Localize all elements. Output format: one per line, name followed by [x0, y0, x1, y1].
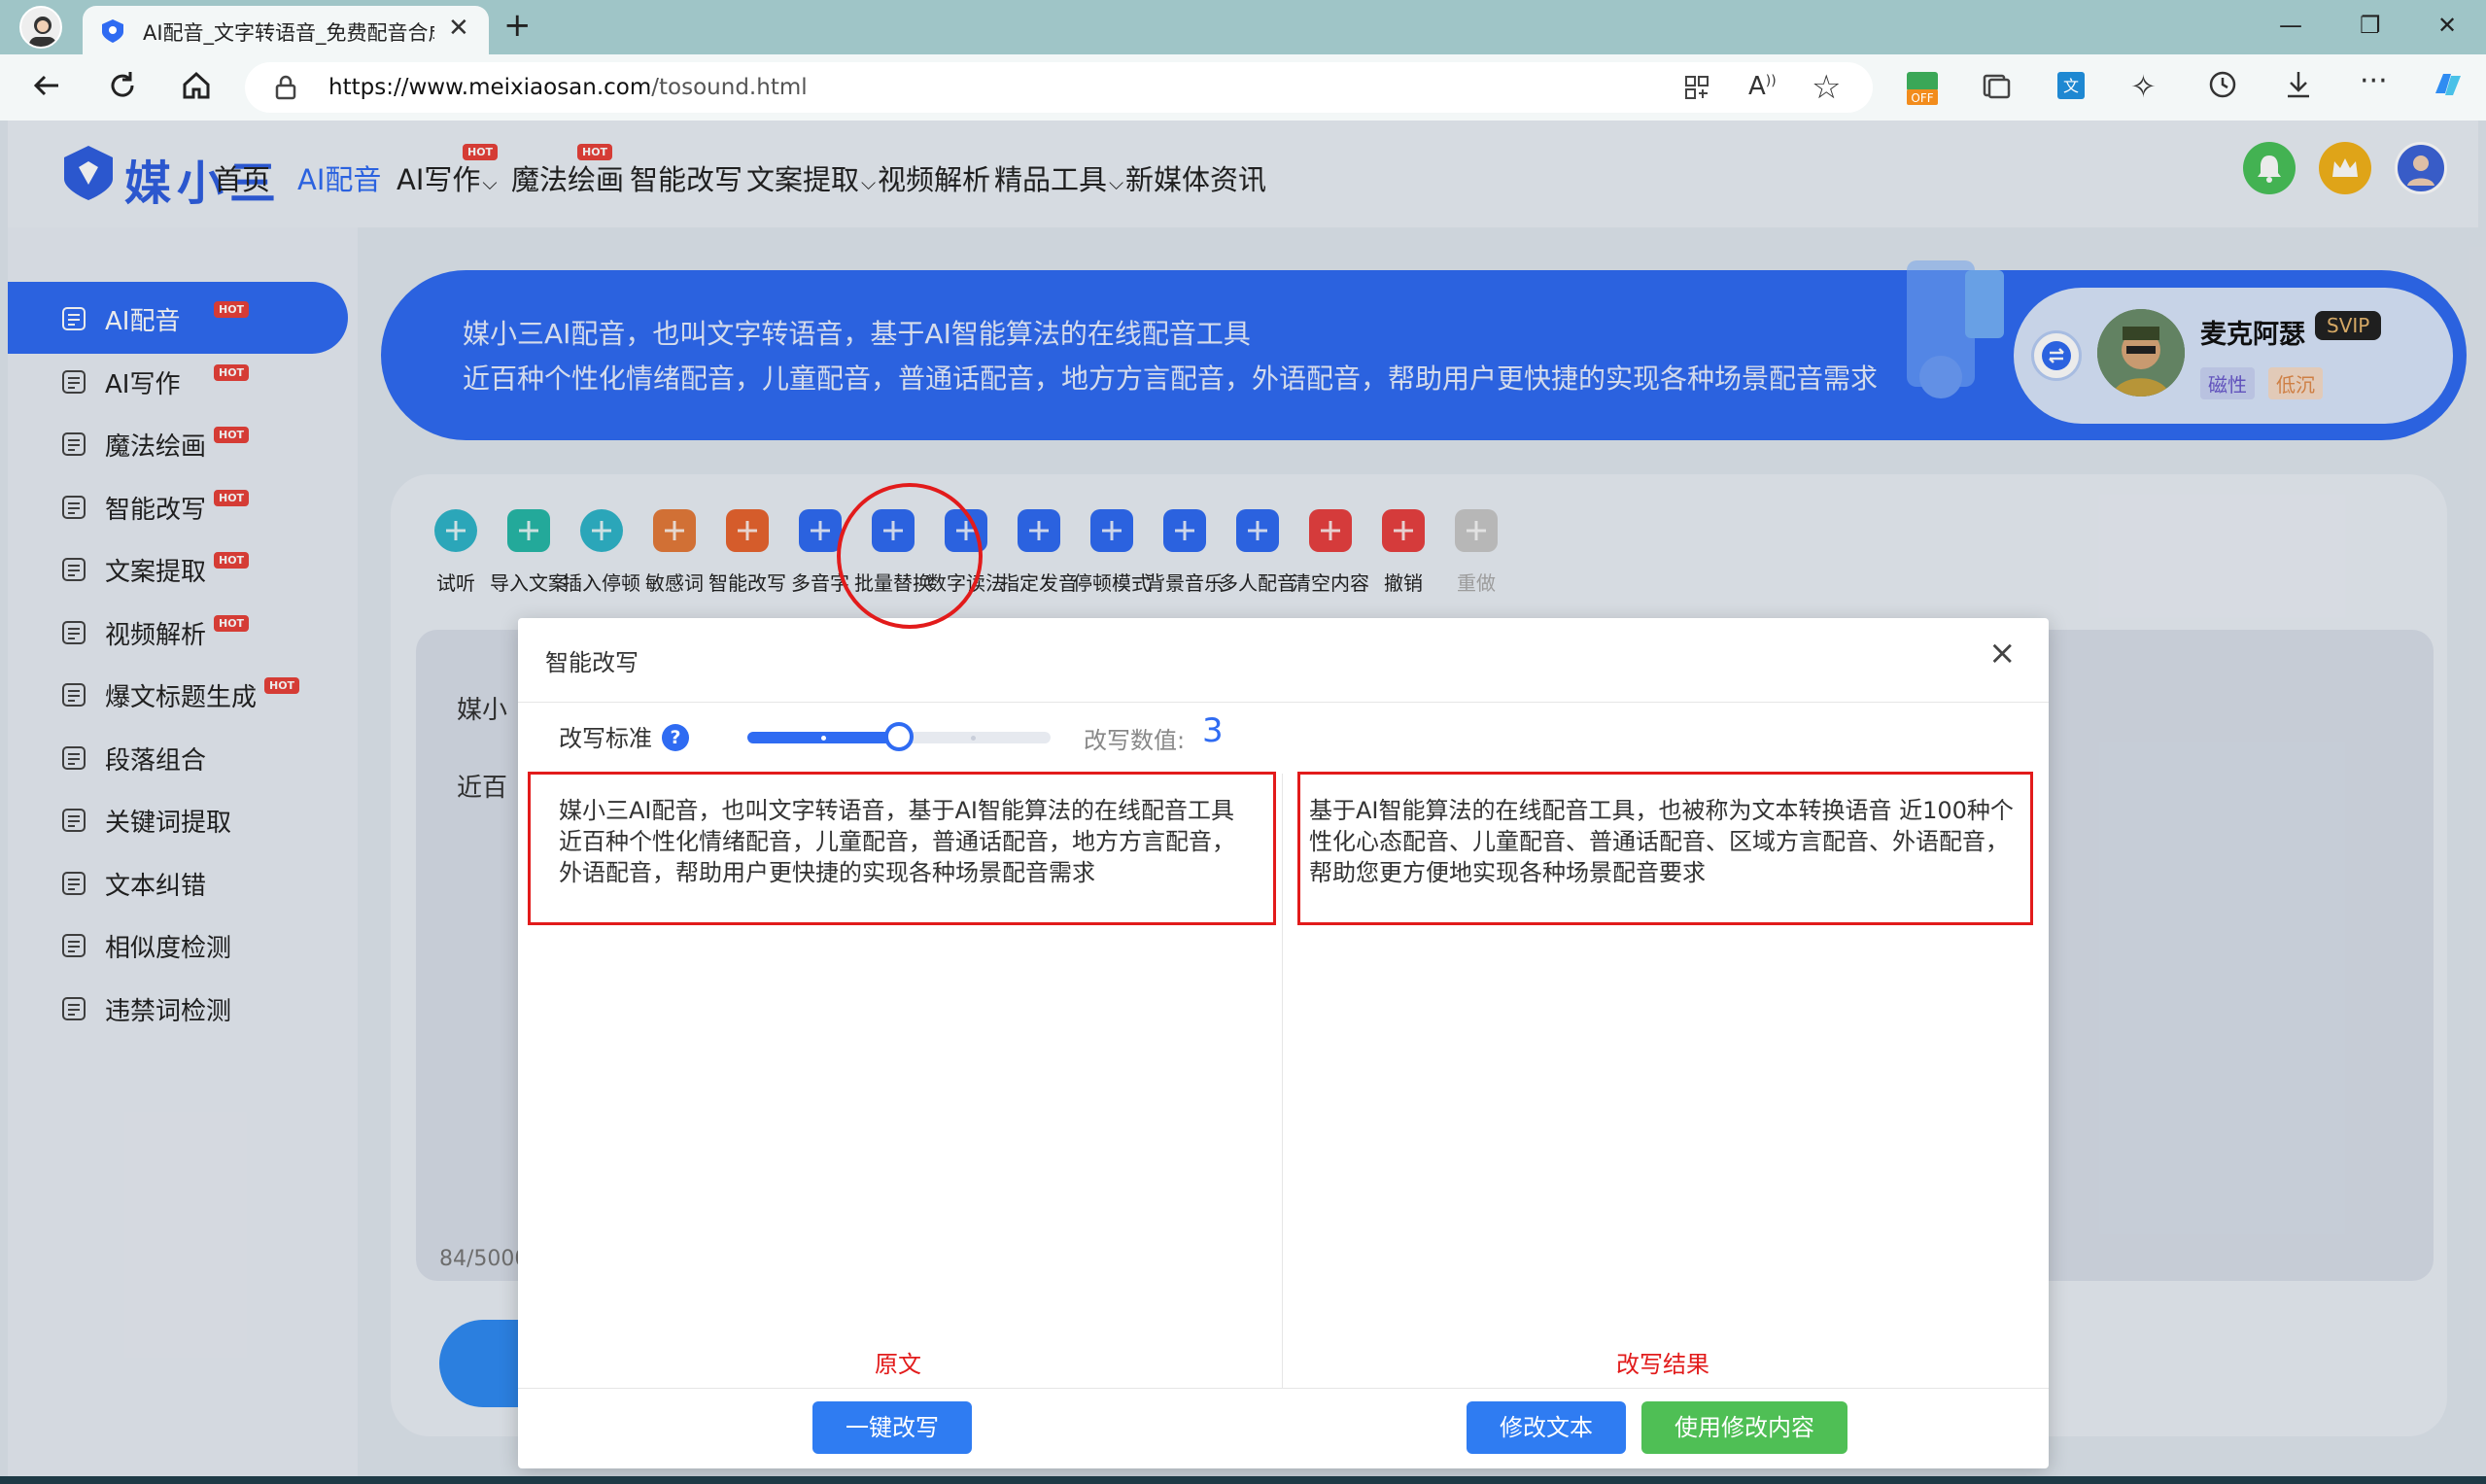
app-view-icon[interactable]	[1683, 74, 1710, 101]
copilot-icon[interactable]	[2430, 66, 2467, 103]
browser-tab-bar: AI配音_文字转语音_免费配音合成 ✕ + — ❐ ✕	[0, 0, 2486, 54]
slider-stop	[821, 736, 826, 741]
rewrite-slider-handle[interactable]	[884, 722, 914, 751]
home-icon[interactable]	[179, 68, 214, 103]
restore-icon[interactable]: ❐	[2360, 12, 2381, 39]
url-text: https://www.meixiaosan.com/tosound.html	[328, 75, 808, 100]
translate-icon[interactable]: 文	[2055, 70, 2087, 101]
rewrite-value: 3	[1202, 711, 1224, 750]
use-rewritten-button[interactable]: 使用修改内容	[1641, 1401, 1847, 1454]
reload-icon[interactable]	[105, 68, 140, 103]
result-label: 改写结果	[1616, 1351, 1709, 1378]
result-text[interactable]: 基于AI智能算法的在线配音工具，也被称为文本转换语音 近100种个性化心态配音、…	[1309, 795, 2017, 888]
download-icon[interactable]	[2282, 68, 2315, 101]
dialog-title: 智能改写	[545, 649, 639, 676]
taskbar-edge	[0, 1476, 2486, 1484]
help-icon[interactable]: ?	[662, 724, 689, 751]
divider	[518, 702, 2049, 703]
divider	[518, 1388, 2049, 1389]
slider-stop	[971, 736, 976, 741]
favorite-star-icon[interactable]: ☆	[1812, 68, 1841, 107]
site-favicon-icon	[100, 18, 125, 44]
extensions-puzzle-icon[interactable]: ✧	[2130, 68, 2157, 105]
browser-tab-active[interactable]: AI配音_文字转语音_免费配音合成 ✕	[83, 6, 489, 54]
rewrite-standard-label: 改写标准	[559, 725, 652, 752]
one-click-rewrite-button[interactable]: 一键改写	[812, 1401, 972, 1454]
svg-text:文: 文	[2063, 77, 2079, 95]
read-aloud-icon[interactable]: A))	[1748, 72, 1777, 101]
address-bar[interactable]: https://www.meixiaosan.com/tosound.html …	[245, 62, 1873, 113]
tab-close-icon[interactable]: ✕	[448, 14, 469, 43]
browser-toolbar: https://www.meixiaosan.com/tosound.html …	[0, 54, 2486, 121]
window-close-icon[interactable]: ✕	[2437, 12, 2457, 39]
extension-off-icon[interactable]: OFF	[1905, 70, 1940, 107]
column-divider	[1282, 774, 1283, 1388]
minimize-icon[interactable]: —	[2279, 12, 2302, 39]
original-text[interactable]: 媒小三AI配音，也叫文字转语音，基于AI智能算法的在线配音工具近百种个性化情绪配…	[559, 795, 1253, 888]
edit-text-button[interactable]: 修改文本	[1467, 1401, 1626, 1454]
original-label: 原文	[875, 1351, 921, 1378]
dialog-close-icon[interactable]: ×	[1988, 634, 2017, 673]
more-menu-icon[interactable]: ···	[2360, 64, 2388, 98]
annotation-circle	[837, 483, 983, 629]
lock-icon[interactable]	[274, 75, 297, 100]
back-icon[interactable]	[29, 68, 64, 103]
tab-title: AI配音_文字转语音_免费配音合成	[143, 21, 434, 45]
collections-icon[interactable]	[1981, 70, 2012, 101]
rewrite-value-label: 改写数值:	[1084, 727, 1186, 754]
history-icon[interactable]	[2206, 68, 2239, 101]
smart-rewrite-dialog: 智能改写 × 改写标准 ? 改写数值: 3 媒小三AI配音，也叫文字转语音，基于…	[518, 618, 2049, 1468]
svg-text:OFF: OFF	[1911, 91, 1933, 105]
new-tab-icon[interactable]: +	[503, 6, 532, 45]
browser-profile-avatar[interactable]	[19, 6, 62, 49]
